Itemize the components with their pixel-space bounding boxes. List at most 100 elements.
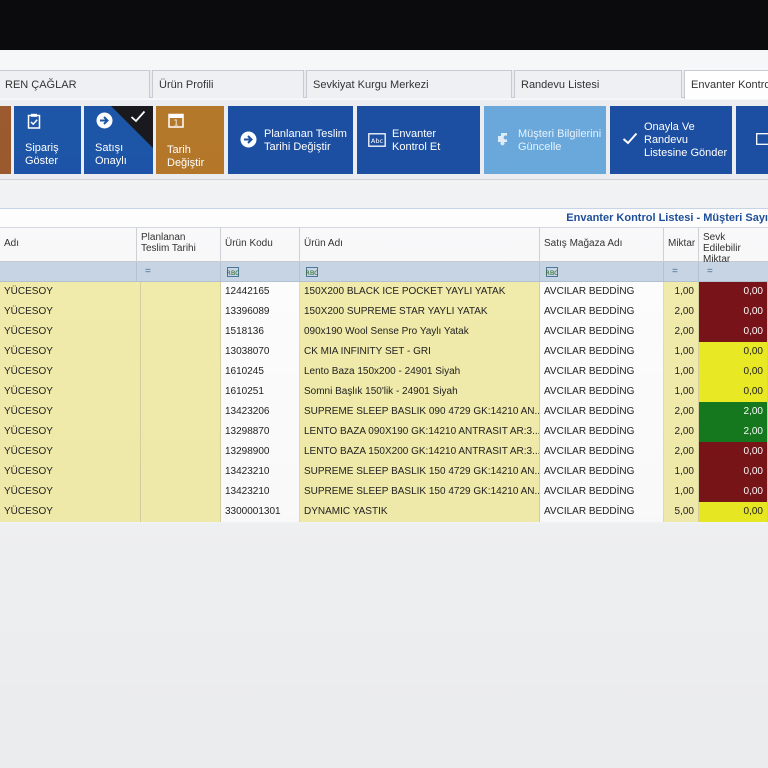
cell-quantity[interactable]: 1,00	[664, 362, 699, 382]
cell-product-code[interactable]: 13396089	[221, 302, 300, 322]
cell-name[interactable]: YÜCESOY	[0, 382, 141, 402]
cell-name[interactable]: YÜCESOY	[0, 482, 141, 502]
cell-planned-date[interactable]	[141, 362, 221, 382]
cell-name[interactable]: YÜCESOY	[0, 342, 141, 362]
cell-product-name[interactable]: SUPREME SLEEP BASLIK 150 4729 GK:14210 A…	[300, 482, 540, 502]
cell-product-name[interactable]: CK MIA INFINITY SET - GRI	[300, 342, 540, 362]
filter-planned-date[interactable]: =	[137, 262, 221, 282]
cell-quantity[interactable]: 1,00	[664, 382, 699, 402]
header-planned-date[interactable]: Planlanan Teslim Tarihi	[137, 228, 221, 262]
cell-planned-date[interactable]	[141, 342, 221, 362]
cell-name[interactable]: YÜCESOY	[0, 462, 141, 482]
header-store-name[interactable]: Satış Mağaza Adı	[540, 228, 664, 262]
cell-name[interactable]: YÜCESOY	[0, 502, 141, 522]
cell-planned-date[interactable]	[141, 482, 221, 502]
cell-name[interactable]: YÜCESOY	[0, 442, 141, 462]
cell-shippable-quantity[interactable]: 0,00	[699, 382, 768, 402]
cell-shippable-quantity[interactable]: 0,00	[699, 322, 768, 342]
cell-name[interactable]: YÜCESOY	[0, 402, 141, 422]
cell-shippable-quantity[interactable]: 0,00	[699, 442, 768, 462]
cell-product-code[interactable]: 13423210	[221, 482, 300, 502]
cell-planned-date[interactable]	[141, 302, 221, 322]
cell-store-name[interactable]: AVCILAR BEDDİNG	[540, 402, 664, 422]
filter-shippable-quantity[interactable]: =	[699, 262, 768, 282]
change-planned-delivery-button[interactable]: Planlanan Teslim Tarihi Değiştir	[228, 106, 353, 174]
cell-product-code[interactable]: 13298900	[221, 442, 300, 462]
cell-product-name[interactable]: 150X200 SUPREME STAR YAYLI YATAK	[300, 302, 540, 322]
cell-store-name[interactable]: AVCILAR BEDDİNG	[540, 322, 664, 342]
cell-name[interactable]: YÜCESOY	[0, 362, 141, 382]
cell-shippable-quantity[interactable]: 0,00	[699, 502, 768, 522]
cell-shippable-quantity[interactable]: 0,00	[699, 342, 768, 362]
header-product-code[interactable]: Ürün Kodu	[221, 228, 300, 262]
filter-quantity[interactable]: =	[664, 262, 699, 282]
cell-planned-date[interactable]	[141, 282, 221, 302]
cell-store-name[interactable]: AVCILAR BEDDİNG	[540, 462, 664, 482]
cell-quantity[interactable]: 2,00	[664, 402, 699, 422]
cell-planned-date[interactable]	[141, 462, 221, 482]
cell-store-name[interactable]: AVCILAR BEDDİNG	[540, 442, 664, 462]
table-row[interactable]: YÜCESOY 13423206 SUPREME SLEEP BASLIK 090 …	[0, 402, 768, 422]
cell-product-name[interactable]: DYNAMIC YASTIK	[300, 502, 540, 522]
cell-shippable-quantity[interactable]: 0,00	[699, 482, 768, 502]
cell-shippable-quantity[interactable]: 0,00	[699, 362, 768, 382]
cell-product-name[interactable]: 090x190 Wool Sense Pro Yaylı Yatak	[300, 322, 540, 342]
ribbon-button-partial-right[interactable]	[736, 106, 768, 174]
cell-quantity[interactable]: 2,00	[664, 322, 699, 342]
tab-inventory-control[interactable]: Envanter Kontrol	[684, 70, 768, 99]
cell-name[interactable]: YÜCESOY	[0, 322, 141, 342]
cell-shippable-quantity[interactable]: 2,00	[699, 422, 768, 442]
cell-product-name[interactable]: SUPREME SLEEP BASLIK 090 4729 GK:14210 A…	[300, 402, 540, 422]
cell-shippable-quantity[interactable]: 0,00	[699, 282, 768, 302]
cell-quantity[interactable]: 1,00	[664, 462, 699, 482]
header-quantity[interactable]: Miktar	[664, 228, 699, 262]
table-row[interactable]: YÜCESOY 13396089 150X200 SUPREME STAR YAYL…	[0, 302, 768, 322]
table-row[interactable]: YÜCESOY 13298870 LENTO BAZA 090X190 GK:142…	[0, 422, 768, 442]
table-row[interactable]: YÜCESOY 1518136 090x190 Wool Sense Pro Yay…	[0, 322, 768, 342]
header-shippable-quantity[interactable]: Sevk Edilebilir Miktar	[699, 228, 768, 262]
table-row[interactable]: YÜCESOY 12442165 150X200 BLACK ICE POCKET …	[0, 282, 768, 302]
cell-quantity[interactable]: 1,00	[664, 482, 699, 502]
update-customer-button[interactable]: Müşteri Bilgilerini Güncelle	[484, 106, 606, 174]
filter-name[interactable]	[0, 262, 137, 282]
cell-quantity[interactable]: 2,00	[664, 442, 699, 462]
cell-name[interactable]: YÜCESOY	[0, 302, 141, 322]
cell-shippable-quantity[interactable]: 0,00	[699, 302, 768, 322]
cell-store-name[interactable]: AVCILAR BEDDİNG	[540, 342, 664, 362]
cell-product-name[interactable]: Somni Başlık 150'lik - 24901 Siyah	[300, 382, 540, 402]
cell-store-name[interactable]: AVCILAR BEDDİNG	[540, 502, 664, 522]
cell-quantity[interactable]: 2,00	[664, 302, 699, 322]
cell-product-code[interactable]: 1610251	[221, 382, 300, 402]
table-row[interactable]: YÜCESOY 13298900 LENTO BAZA 150X200 GK:142…	[0, 442, 768, 462]
filter-product-code[interactable]: RBC	[221, 262, 300, 282]
filter-product-name[interactable]: RBC	[300, 262, 540, 282]
cell-store-name[interactable]: AVCILAR BEDDİNG	[540, 282, 664, 302]
table-row[interactable]: YÜCESOY 13423210 SUPREME SLEEP BASLIK 150 …	[0, 482, 768, 502]
cell-planned-date[interactable]	[141, 502, 221, 522]
cell-product-name[interactable]: SUPREME SLEEP BASLIK 150 4729 GK:14210 A…	[300, 462, 540, 482]
tab-appointment-list[interactable]: Randevu Listesi	[514, 70, 682, 98]
table-row[interactable]: YÜCESOY 13038070 CK MIA INFINITY SET - GRI…	[0, 342, 768, 362]
cell-product-code[interactable]: 1518136	[221, 322, 300, 342]
cell-product-name[interactable]: LENTO BAZA 090X190 GK:14210 ANTRASIT AR:…	[300, 422, 540, 442]
inventory-check-button[interactable]: Abc Envanter Kontrol Et	[357, 106, 480, 174]
header-name[interactable]: Adı	[0, 228, 137, 262]
table-row[interactable]: YÜCESOY 1610251 Somni Başlık 150'lik - 249…	[0, 382, 768, 402]
cell-name[interactable]: YÜCESOY	[0, 422, 141, 442]
cell-store-name[interactable]: AVCILAR BEDDİNG	[540, 302, 664, 322]
cell-store-name[interactable]: AVCILAR BEDDİNG	[540, 382, 664, 402]
cell-quantity[interactable]: 5,00	[664, 502, 699, 522]
cell-product-code[interactable]: 13423210	[221, 462, 300, 482]
cell-planned-date[interactable]	[141, 442, 221, 462]
sale-approved-button[interactable]: Satışı Onaylı	[84, 106, 153, 174]
cell-store-name[interactable]: AVCILAR BEDDİNG	[540, 482, 664, 502]
cell-shippable-quantity[interactable]: 0,00	[699, 462, 768, 482]
cell-planned-date[interactable]	[141, 402, 221, 422]
cell-product-code[interactable]: 1610245	[221, 362, 300, 382]
cell-planned-date[interactable]	[141, 382, 221, 402]
cell-product-code[interactable]: 13038070	[221, 342, 300, 362]
cell-product-code[interactable]: 13298870	[221, 422, 300, 442]
cell-name[interactable]: YÜCESOY	[0, 282, 141, 302]
cell-planned-date[interactable]	[141, 322, 221, 342]
table-row[interactable]: YÜCESOY 13423210 SUPREME SLEEP BASLIK 150 …	[0, 462, 768, 482]
